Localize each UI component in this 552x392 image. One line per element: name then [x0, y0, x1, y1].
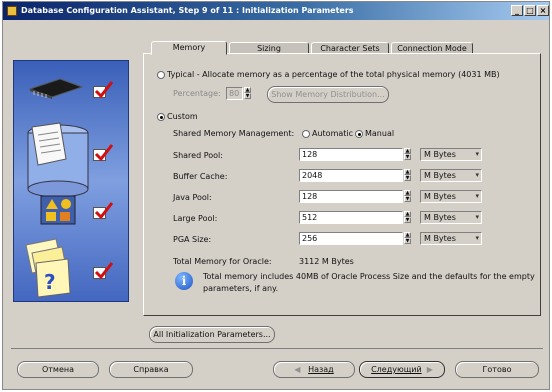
automatic-label: Automatic [312, 129, 354, 138]
pga-size-input[interactable]: 256 [299, 232, 403, 245]
buffer-cache-input[interactable]: 2048 [299, 169, 403, 182]
pga-size-spinner[interactable]: ▲ ▼ [404, 232, 411, 245]
info-text-line2: parameters, if any. [203, 284, 279, 293]
java-pool-label: Java Pool: [173, 193, 212, 202]
chevron-left-icon: ◀ [294, 365, 301, 374]
pga-size-unit-select[interactable]: M Bytes ▾ [420, 232, 482, 245]
manual-radio[interactable] [355, 130, 363, 138]
custom-radio[interactable] [157, 113, 165, 121]
java-pool-spinner[interactable]: ▲ ▼ [404, 190, 411, 203]
chevron-down-icon: ▾ [475, 150, 479, 158]
show-memory-distribution-button[interactable]: Show Memory Distribution... [267, 86, 389, 103]
large-pool-label: Large Pool: [173, 214, 218, 223]
chevron-down-icon: ▾ [475, 213, 479, 221]
large-pool-input[interactable]: 512 [299, 211, 403, 224]
shared-pool-input[interactable]: 128 [299, 148, 403, 161]
cancel-button[interactable]: Отмена [17, 361, 99, 378]
manual-label: Manual [365, 129, 395, 138]
percentage-label: Percentage: [173, 89, 221, 98]
info-text-line1: Total memory includes 40MB of Oracle Pro… [203, 272, 535, 281]
tab-memory[interactable]: Memory [151, 41, 227, 55]
shared-memory-management-label: Shared Memory Management: [173, 129, 295, 138]
back-label: Назад [308, 365, 334, 374]
buffer-cache-label: Buffer Cache: [173, 172, 228, 181]
info-icon: i [175, 272, 193, 290]
step-check-2 [93, 144, 114, 162]
chevron-down-icon: ▾ [475, 192, 479, 200]
typical-radio[interactable] [157, 71, 165, 79]
pga-size-label: PGA Size: [173, 235, 212, 244]
documents-icon [27, 122, 89, 197]
app-icon [7, 6, 17, 16]
title-bar[interactable]: Database Configuration Assistant, Step 9… [3, 2, 549, 20]
step-check-3 [93, 202, 114, 220]
help-notes-icon: ? [25, 238, 71, 298]
percentage-spinner[interactable]: ▲ ▼ [244, 87, 251, 100]
chevron-down-icon: ▾ [475, 234, 479, 242]
shared-pool-label: Shared Pool: [173, 151, 223, 160]
large-pool-spinner[interactable]: ▲ ▼ [404, 211, 411, 224]
automatic-radio[interactable] [302, 130, 310, 138]
next-button[interactable]: Следующий ▶ [359, 361, 445, 378]
back-button[interactable]: ◀ Назад [273, 361, 355, 378]
dbca-window: Database Configuration Assistant, Step 9… [2, 1, 550, 390]
java-pool-input[interactable]: 128 [299, 190, 403, 203]
chevron-down-icon: ▾ [475, 171, 479, 179]
total-memory-label: Total Memory for Oracle: [173, 257, 272, 266]
close-button[interactable]: × [537, 5, 549, 16]
custom-label: Custom [167, 112, 198, 121]
all-initialization-parameters-button[interactable]: All Initialization Parameters... [149, 326, 275, 343]
svg-text:?: ? [44, 270, 56, 294]
step-check-4 [93, 262, 114, 280]
shared-pool-spinner[interactable]: ▲ ▼ [404, 148, 411, 161]
memory-chip-icon [28, 78, 84, 99]
maximize-button[interactable]: □ [524, 5, 536, 16]
step-check-1 [93, 81, 114, 99]
buffer-cache-unit-select[interactable]: M Bytes ▾ [420, 169, 482, 182]
total-memory-value: 3112 M Bytes [299, 257, 354, 266]
help-button[interactable]: Справка [109, 361, 193, 378]
next-label: Следующий [371, 365, 422, 374]
chevron-right-icon: ▶ [426, 365, 433, 374]
shared-pool-unit-select[interactable]: M Bytes ▾ [420, 148, 482, 161]
buffer-cache-spinner[interactable]: ▲ ▼ [404, 169, 411, 182]
shapes-icon [40, 195, 76, 225]
finish-button[interactable]: Готово [455, 361, 539, 378]
typical-label: Typical - Allocate memory as a percentag… [167, 70, 500, 79]
large-pool-unit-select[interactable]: M Bytes ▾ [420, 211, 482, 224]
java-pool-unit-select[interactable]: M Bytes ▾ [420, 190, 482, 203]
window-title: Database Configuration Assistant, Step 9… [21, 6, 354, 15]
wizard-side-panel: ? [13, 60, 129, 302]
minimize-button[interactable]: _ [511, 5, 523, 16]
percentage-field[interactable]: 80 [226, 87, 243, 100]
